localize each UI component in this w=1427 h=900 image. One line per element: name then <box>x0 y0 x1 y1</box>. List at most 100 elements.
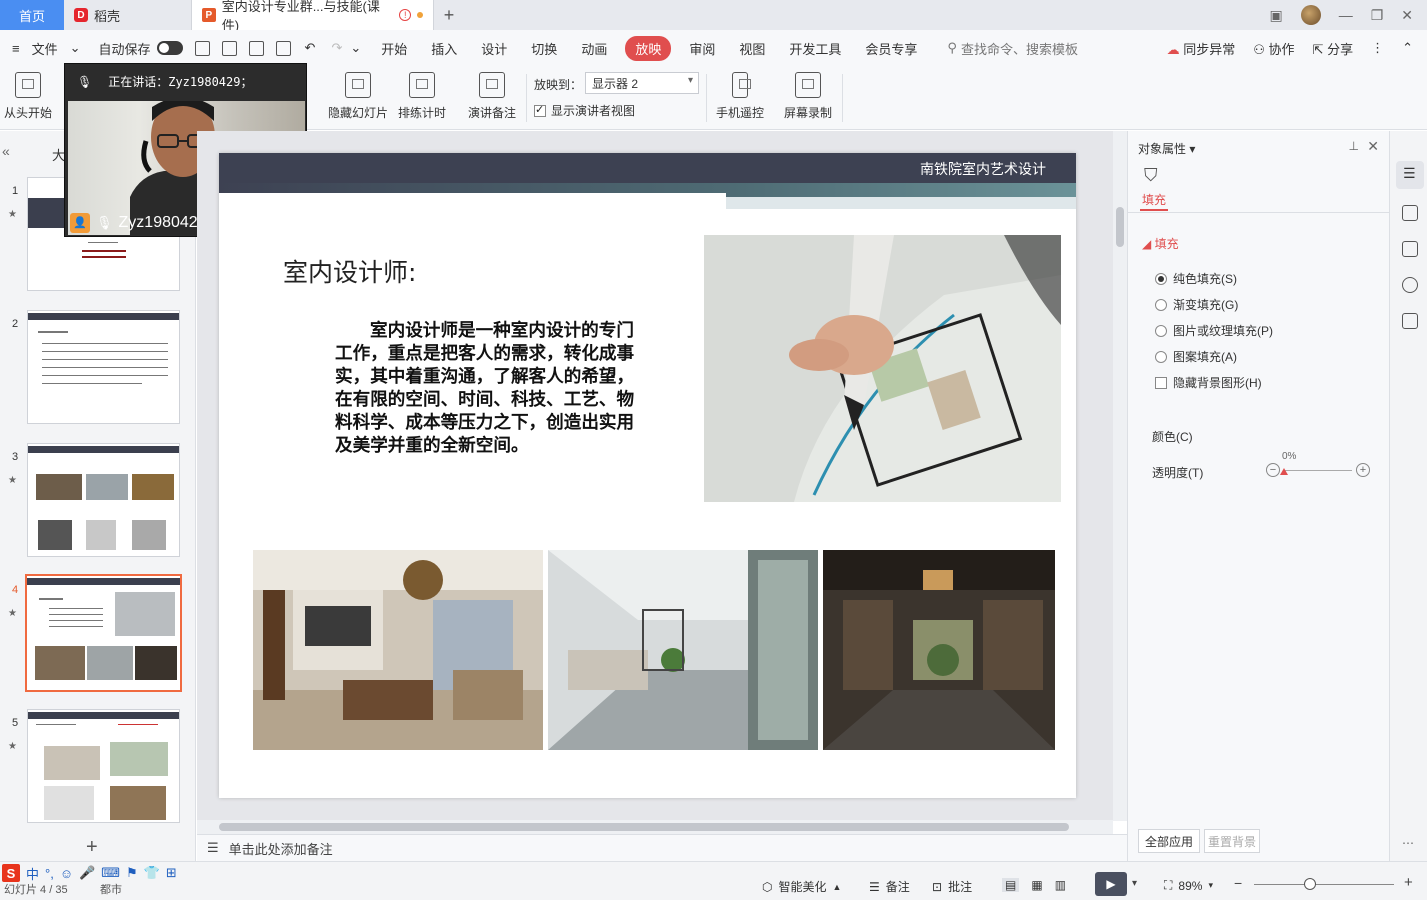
play-options-icon[interactable]: ▾ <box>1132 878 1137 889</box>
from-start-button[interactable]: 从头开始 <box>4 72 52 121</box>
add-slide-button[interactable]: + <box>86 836 98 859</box>
slide-thumbnail-2[interactable] <box>27 310 180 424</box>
vertical-scrollbar[interactable] <box>1113 131 1127 821</box>
undo-icon[interactable]: ↶ <box>305 40 316 56</box>
menu-start[interactable]: 开始 <box>369 39 419 58</box>
ime-punct[interactable]: °, <box>45 866 54 881</box>
tab-document[interactable]: P 室内设计专业群...与技能(课件) ! <box>192 0 434 33</box>
tab-docer[interactable]: D 稻壳 <box>64 0 192 30</box>
grid-icon[interactable]: ⊞ <box>166 865 177 881</box>
hide-slide-button[interactable]: 隐藏幻灯片 <box>328 72 388 121</box>
slider-track[interactable] <box>1284 470 1352 471</box>
reading-view-icon[interactable]: ▥ <box>1055 878 1066 892</box>
menu-animation[interactable]: 动画 <box>569 39 619 58</box>
reset-background-button[interactable]: 重置背景 <box>1204 829 1260 853</box>
scroll-thumb[interactable] <box>219 823 1069 831</box>
decrease-icon[interactable]: − <box>1266 463 1280 477</box>
notes-placeholder[interactable]: 单击此处添加备注 <box>229 839 333 858</box>
collapse-panel-icon[interactable]: « <box>2 143 10 159</box>
print-icon[interactable] <box>248 40 264 56</box>
transparency-slider[interactable]: − 0% + <box>1266 451 1370 479</box>
tab-home[interactable]: 首页 <box>0 0 64 30</box>
more-icon[interactable]: ⋮ <box>1371 40 1384 56</box>
zoom-in-icon[interactable]: + <box>1404 874 1413 891</box>
solid-fill-radio[interactable]: 纯色填充(S) <box>1155 270 1237 287</box>
print-preview-icon[interactable] <box>275 40 291 56</box>
autosave-toggle[interactable] <box>156 41 183 55</box>
increase-icon[interactable]: + <box>1356 463 1370 477</box>
slide[interactable]: 南铁院室内艺术设计 室内设计师: 室内设计师是一种室内设计的专门工作，重点是把客… <box>219 153 1076 798</box>
more-quick-icon[interactable]: ⌄ <box>350 40 361 56</box>
rehearse-button[interactable]: 排练计时 <box>398 72 446 121</box>
properties-tool[interactable]: ☰ <box>1396 161 1424 189</box>
export-icon[interactable] <box>221 40 237 56</box>
close-pane-icon[interactable]: ✕ <box>1367 138 1379 155</box>
ime-chinese[interactable]: 中 <box>26 864 39 883</box>
hide-background-checkbox[interactable]: 隐藏背景图形(H) <box>1155 374 1262 391</box>
warning-icon[interactable]: ! <box>399 9 412 21</box>
speaker-notes-button[interactable]: 演讲备注 <box>468 72 516 121</box>
notes-bar[interactable]: ☰ 单击此处添加备注 <box>197 834 1127 861</box>
fill-section-header[interactable]: ◢ 填充 <box>1142 235 1179 252</box>
slider-knob[interactable] <box>1280 468 1288 475</box>
menu-file[interactable]: 文件 <box>32 39 58 58</box>
gradient-fill-radio[interactable]: 渐变填充(G) <box>1155 296 1238 313</box>
comments-button[interactable]: ⊡ 批注 <box>932 878 972 895</box>
tab-list-icon[interactable]: ▣ <box>1269 7 1282 24</box>
pin-tool-icon[interactable] <box>1402 205 1418 221</box>
slide-thumbnail-3[interactable] <box>27 443 180 557</box>
zoom-knob[interactable] <box>1304 878 1316 890</box>
play-slideshow-button[interactable]: ▶ <box>1095 872 1127 896</box>
skin-icon[interactable]: 👕 <box>144 865 160 881</box>
pattern-fill-radio[interactable]: 图案填充(A) <box>1155 348 1237 365</box>
save-icon[interactable] <box>194 40 210 56</box>
slide-thumbnail-4[interactable] <box>25 574 182 692</box>
zoom-value[interactable]: 89% <box>1178 879 1202 893</box>
menu-devtools[interactable]: 开发工具 <box>777 39 853 58</box>
fit-icon[interactable]: ⛶ <box>1164 878 1172 893</box>
restore-icon[interactable]: ❐ <box>1371 7 1384 24</box>
zoom-track[interactable] <box>1254 884 1394 885</box>
avatar[interactable] <box>1300 5 1321 25</box>
keyboard-icon[interactable]: ⌨ <box>101 865 120 881</box>
notes-toggle-button[interactable]: ☰ 备注 <box>869 878 910 895</box>
chevron-down-icon[interactable]: ⌄ <box>58 40 93 56</box>
redo-icon[interactable]: ↷ <box>331 40 342 56</box>
menu-insert[interactable]: 插入 <box>419 39 469 58</box>
sorter-view-icon[interactable]: ▦ <box>1031 878 1042 892</box>
monitor-select[interactable]: 显示器 2 <box>585 72 699 94</box>
minimize-icon[interactable]: — <box>1339 7 1353 23</box>
presenter-view-checkbox[interactable]: 显示演讲者视图 <box>534 102 635 119</box>
horizontal-scrollbar[interactable] <box>197 820 1113 834</box>
fill-bucket-icon[interactable]: ⛉ <box>1144 165 1158 186</box>
close-icon[interactable]: ✕ <box>1401 7 1413 24</box>
zoom-control[interactable]: ⛶ 89% ▾ <box>1164 878 1213 893</box>
pane-title[interactable]: 对象属性 ▾ <box>1138 140 1195 157</box>
phone-remote-button[interactable]: 手机遥控 <box>716 72 764 121</box>
zoom-out-icon[interactable]: − <box>1234 875 1242 891</box>
smart-beautify-button[interactable]: ⬡ 智能美化 ▲ <box>762 878 841 895</box>
layout-tool-icon[interactable] <box>1402 241 1418 257</box>
menu-member[interactable]: 会员专享 <box>853 39 929 58</box>
help-icon[interactable] <box>1402 277 1418 293</box>
more-icon[interactable]: ⋯ <box>1402 836 1414 850</box>
menu-icon[interactable]: ≡ <box>0 41 32 56</box>
menu-review[interactable]: 审阅 <box>677 39 727 58</box>
tab-fill[interactable]: 填充 <box>1142 191 1166 208</box>
normal-view-icon[interactable]: ▤ <box>1002 878 1020 892</box>
collapse-ribbon-icon[interactable]: ⌃ <box>1402 40 1413 56</box>
pin-icon[interactable]: ⊥ <box>1349 139 1359 153</box>
search-input[interactable]: 查找命令、搜索模板 <box>961 39 1078 58</box>
collab-button[interactable]: ⚇ 协作 <box>1253 39 1294 58</box>
share-button[interactable]: ⇱ 分享 <box>1313 39 1354 58</box>
search-icon[interactable]: ⚲ <box>947 40 957 56</box>
tools-icon[interactable]: ⚑ <box>126 865 138 881</box>
picture-fill-radio[interactable]: 图片或纹理填充(P) <box>1155 322 1273 339</box>
voice-icon[interactable]: 🎤 <box>79 865 95 881</box>
share-tool-icon[interactable] <box>1402 313 1418 329</box>
emoji-icon[interactable]: ☺ <box>60 866 73 881</box>
slide-thumbnail-5[interactable] <box>27 709 180 823</box>
menu-view[interactable]: 视图 <box>727 39 777 58</box>
sync-button[interactable]: ☁ 同步异常 <box>1167 39 1236 58</box>
screen-record-button[interactable]: 屏幕录制 <box>784 72 832 121</box>
